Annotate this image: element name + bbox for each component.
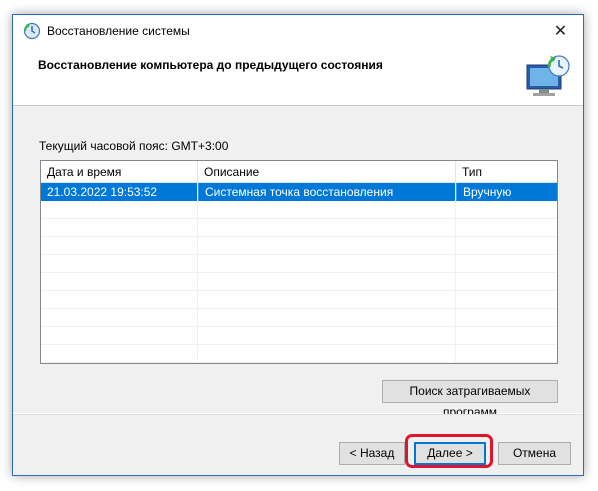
sort-arrow-icon: ⌄ (115, 164, 122, 173)
wizard-footer: < Назад Далее > Отмена (13, 415, 583, 475)
column-header-label: Дата и время (47, 165, 122, 179)
empty-row (41, 201, 557, 219)
column-header-label: Тип (462, 165, 483, 179)
close-icon: ✕ (553, 23, 568, 40)
wizard-body: Текущий часовой пояс: GMT+3:00 Дата и вр… (13, 106, 583, 419)
empty-row (41, 327, 557, 345)
back-button[interactable]: < Назад (339, 442, 405, 465)
scan-affected-programs-button[interactable]: Поиск затрагиваемых программ (382, 380, 558, 419)
cancel-button[interactable]: Отмена (498, 442, 571, 465)
cell-date: 21.03.2022 19:53:52 (47, 185, 158, 199)
empty-row (41, 219, 557, 237)
next-button[interactable]: Далее > (414, 442, 486, 465)
column-header-type[interactable]: Тип (456, 161, 557, 182)
page-title: Восстановление компьютера до предыдущего… (38, 58, 383, 72)
system-restore-icon (526, 55, 570, 96)
empty-row (41, 255, 557, 273)
table-row[interactable]: 21.03.2022 19:53:52 Системная точка восс… (41, 183, 557, 201)
empty-row (41, 237, 557, 255)
list-header: Дата и время ⌄ Описание Тип (41, 161, 557, 183)
restore-points-list[interactable]: Дата и время ⌄ Описание Тип 21.03.2022 1… (40, 160, 558, 364)
system-restore-icon (23, 22, 41, 40)
empty-row (41, 345, 557, 363)
column-header-label: Описание (204, 165, 260, 179)
empty-row (41, 291, 557, 309)
cell-type: Вручную (456, 183, 557, 201)
close-button[interactable]: ✕ (538, 15, 583, 47)
system-restore-window: Восстановление системы ✕ Восстановление … (12, 14, 584, 476)
column-header-description[interactable]: Описание (198, 161, 456, 182)
empty-row (41, 309, 557, 327)
title-bar[interactable]: Восстановление системы ✕ (13, 15, 583, 47)
wizard-header: Восстановление компьютера до предыдущего… (13, 47, 583, 106)
empty-row (41, 273, 557, 291)
timezone-label: Текущий часовой пояс: GMT+3:00 (39, 139, 229, 153)
cell-description: Системная точка восстановления (198, 183, 456, 201)
window-title: Восстановление системы (47, 24, 190, 38)
column-header-date[interactable]: Дата и время ⌄ (41, 161, 198, 182)
